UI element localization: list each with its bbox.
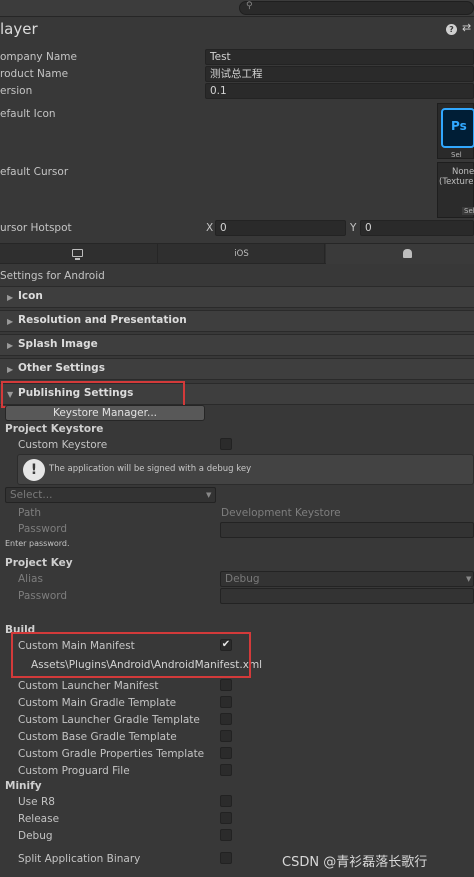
expand-arrow-icon: ▶ bbox=[7, 317, 14, 326]
hotspot-x-field[interactable]: 0 bbox=[215, 220, 346, 236]
inspector-title: layer bbox=[0, 20, 38, 38]
expand-arrow-icon: ▶ bbox=[7, 365, 14, 374]
cursor-hotspot-label: ursor Hotspot bbox=[0, 222, 72, 234]
info-helpbox: ! The application will be signed with a … bbox=[17, 454, 474, 485]
keystore-manager-button[interactable]: Keystore Manager... bbox=[5, 405, 205, 421]
expand-arrow-icon: ▶ bbox=[7, 341, 14, 350]
watermark-text: CSDN @青衫磊落长歌行 bbox=[282, 855, 428, 870]
cursor-type-label: (Texture bbox=[439, 177, 474, 187]
help-icon[interactable]: ? bbox=[446, 24, 457, 35]
platform-tabs: iOS bbox=[0, 243, 474, 264]
build-option-label: Custom Main Gradle Template bbox=[18, 697, 177, 709]
custom-launcher-manifest-checkbox[interactable] bbox=[220, 679, 232, 691]
proguard-file-checkbox[interactable] bbox=[220, 764, 232, 776]
default-cursor-label: efault Cursor bbox=[0, 166, 69, 178]
default-icon-slot[interactable]: Ps Sel bbox=[437, 103, 474, 159]
build-option-label: Custom Launcher Manifest bbox=[18, 680, 159, 692]
product-name-field[interactable]: 测试总工程 bbox=[205, 66, 474, 82]
version-field[interactable]: 0.1 bbox=[205, 83, 474, 99]
minify-option-label: Debug bbox=[18, 830, 53, 842]
alias-dropdown-arrow-icon: ▼ bbox=[466, 575, 472, 583]
tab-android[interactable] bbox=[326, 244, 474, 264]
presets-icon[interactable]: ⇄ bbox=[462, 21, 471, 34]
tab-standalone[interactable] bbox=[0, 244, 158, 264]
minify-debug-checkbox[interactable] bbox=[220, 829, 232, 841]
main-gradle-template-checkbox[interactable] bbox=[220, 696, 232, 708]
highlight-box bbox=[11, 632, 251, 678]
foldout-resolution[interactable]: ▶ Resolution and Presentation bbox=[0, 310, 474, 332]
keystore-path-label: Path bbox=[18, 507, 42, 519]
foldout-title: Resolution and Presentation bbox=[18, 314, 187, 326]
cursor-none-label: None bbox=[452, 167, 474, 177]
dropdown-arrow-icon: ▼ bbox=[206, 491, 212, 499]
default-cursor-slot[interactable]: None (Texture Sel bbox=[437, 162, 474, 218]
foldout-title: Icon bbox=[18, 290, 43, 302]
foldout-icon[interactable]: ▶ Icon bbox=[0, 286, 474, 308]
company-name-field[interactable]: Test bbox=[205, 49, 474, 65]
minify-release-checkbox[interactable] bbox=[220, 812, 232, 824]
split-binary-label: Split Application Binary bbox=[18, 853, 141, 865]
enter-password-hint: Enter password. bbox=[5, 539, 70, 548]
custom-keystore-label: Custom Keystore bbox=[18, 439, 108, 451]
foldout-other-settings[interactable]: ▶ Other Settings bbox=[0, 358, 474, 380]
key-password-field[interactable] bbox=[220, 588, 474, 604]
expand-arrow-icon: ▶ bbox=[7, 293, 14, 302]
default-icon-label: efault Icon bbox=[0, 108, 56, 120]
build-option-label: Custom Base Gradle Template bbox=[18, 731, 177, 743]
alias-dropdown[interactable]: Debug bbox=[220, 571, 474, 587]
search-input[interactable]: ⚲ bbox=[239, 1, 474, 15]
project-key-heading: Project Key bbox=[5, 557, 73, 569]
foldout-title: Other Settings bbox=[18, 362, 105, 374]
hotspot-x-label: X bbox=[206, 222, 214, 234]
keystore-password-field[interactable] bbox=[220, 522, 474, 538]
hotspot-y-field[interactable]: 0 bbox=[360, 220, 474, 236]
minify-option-label: Release bbox=[18, 813, 60, 825]
minify-heading: Minify bbox=[5, 780, 42, 792]
keystore-select-dropdown[interactable]: Select... bbox=[5, 487, 216, 503]
photoshop-icon: Ps bbox=[441, 108, 474, 148]
project-keystore-heading: Project Keystore bbox=[5, 423, 104, 435]
info-message: The application will be signed with a de… bbox=[49, 464, 252, 474]
highlight-box bbox=[1, 381, 185, 408]
default-cursor-select[interactable]: Sel bbox=[462, 207, 474, 215]
split-binary-checkbox[interactable] bbox=[220, 852, 232, 864]
version-label: ersion bbox=[0, 85, 33, 97]
keystore-password-label: Password bbox=[18, 523, 68, 535]
custom-keystore-checkbox[interactable] bbox=[220, 438, 232, 450]
build-option-label: Custom Launcher Gradle Template bbox=[18, 714, 200, 726]
base-gradle-template-checkbox[interactable] bbox=[220, 730, 232, 742]
settings-for-label: Settings for Android bbox=[0, 270, 105, 282]
hotspot-y-label: Y bbox=[350, 222, 357, 234]
default-icon-select[interactable]: Sel bbox=[451, 151, 462, 159]
minify-option-label: Use R8 bbox=[18, 796, 55, 808]
use-r8-checkbox[interactable] bbox=[220, 795, 232, 807]
build-option-label: Custom Gradle Properties Template bbox=[18, 748, 205, 760]
android-icon bbox=[403, 249, 412, 258]
search-icon: ⚲ bbox=[246, 1, 253, 11]
info-icon: ! bbox=[23, 459, 45, 481]
product-name-label: roduct Name bbox=[0, 68, 69, 80]
build-option-label: Custom Proguard File bbox=[18, 765, 130, 777]
gradle-properties-template-checkbox[interactable] bbox=[220, 747, 232, 759]
tab-ios[interactable]: iOS bbox=[159, 244, 325, 264]
monitor-stand bbox=[75, 258, 80, 260]
company-name-label: ompany Name bbox=[0, 51, 77, 63]
monitor-icon bbox=[72, 249, 83, 257]
foldout-title: Splash Image bbox=[18, 338, 98, 350]
foldout-splash-image[interactable]: ▶ Splash Image bbox=[0, 334, 474, 356]
launcher-gradle-template-checkbox[interactable] bbox=[220, 713, 232, 725]
alias-label: Alias bbox=[18, 573, 43, 585]
key-password-label: Password bbox=[18, 590, 68, 602]
keystore-path-value: Development Keystore bbox=[221, 507, 341, 519]
